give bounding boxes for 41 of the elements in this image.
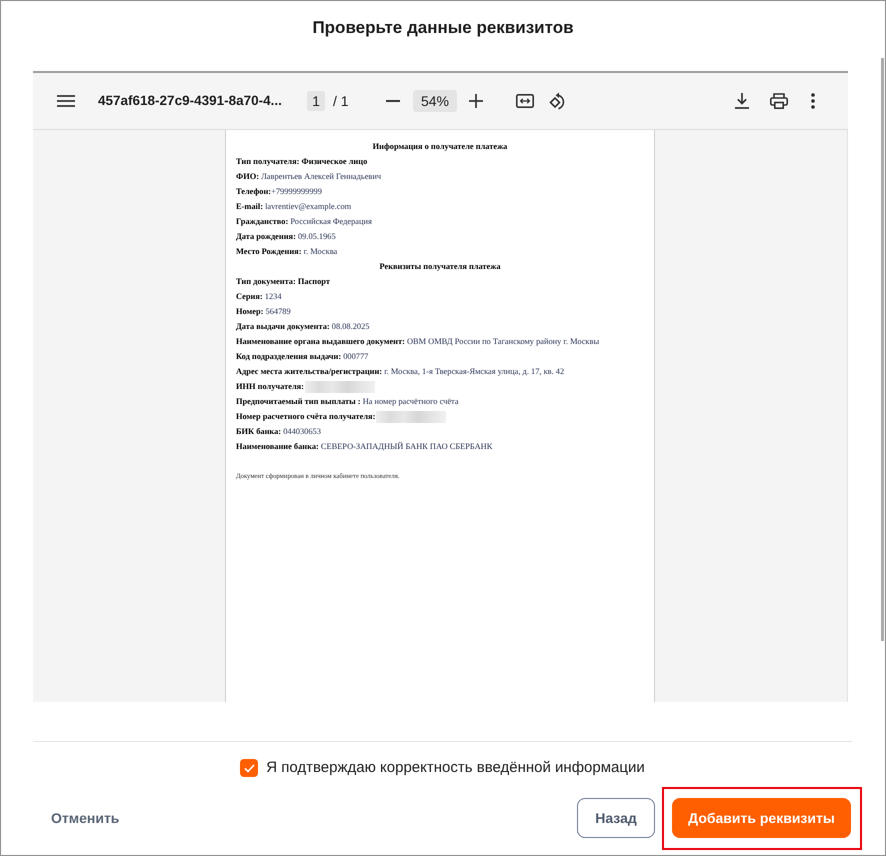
blurred-value [376, 411, 446, 423]
fit-width-icon[interactable] [516, 94, 534, 108]
document-field-text: E-mail: lavrentiev@example.com [236, 202, 352, 212]
download-icon[interactable] [735, 93, 749, 109]
document-field-text: Адрес места жительства/регистрации: г. Москва, 1-я Тверская-Ямская улица, д. 17, кв. 42 [236, 367, 564, 377]
page-number-field[interactable]: 1 [307, 91, 325, 111]
document-field-text: Тип получателя: Физическое лицо [236, 157, 368, 167]
cancel-button[interactable]: Отменить [51, 809, 120, 827]
document-field-text: Дата рождения: 09.05.1965 [236, 232, 336, 242]
check-icon [244, 764, 255, 772]
page-count: / 1 [333, 92, 349, 110]
section-heading: Реквизиты получателя платежа [379, 262, 501, 272]
print-icon[interactable] [770, 93, 788, 109]
document-field-text: Телефон:+79999999999 [236, 187, 322, 197]
section-heading: Информация о получателе платежа [372, 142, 508, 152]
document-field-text: Место Рождения: г. Москва [236, 247, 338, 257]
document-field-text: Предпочитаемый тип выплаты : На номер расчётного счёта [236, 397, 459, 407]
document-field-text: Серия: 1234 [236, 292, 282, 302]
menu-icon[interactable] [57, 95, 75, 107]
document-field-text: Дата выдачи документа: 08.08.2025 [236, 322, 370, 332]
plus-icon[interactable] [469, 94, 483, 108]
document-field-text: Гражданство: Российская Федерация [236, 217, 372, 227]
dialog-title: Проверьте данные реквизитов [312, 17, 574, 39]
back-button[interactable]: Назад [577, 798, 655, 838]
document-field-text: ФИО: Лаврентьев Алексей Геннадьевич [236, 172, 382, 182]
rotate-icon[interactable] [549, 92, 567, 110]
document-field-label: Номер расчетного счёта получателя: [236, 412, 376, 422]
scrollbar[interactable] [881, 58, 884, 641]
document-field-text: Тип документа: Паспорт [236, 277, 330, 287]
checkbox-label[interactable]: Я подтверждаю корректность введённой информации [266, 759, 645, 777]
document-field-text: Код подразделения выдачи: 000777 [236, 352, 368, 362]
checkbox[interactable] [240, 759, 258, 777]
document-field-text: Номер: 564789 [236, 307, 291, 317]
zoom-level-field[interactable]: 54% [413, 90, 457, 112]
document-field-text: БИК банка: 044030653 [236, 427, 321, 437]
document-field-text: Наименование банка: СЕВЕРО-ЗАПАДНЫЙ БАНК ПАО СБЕРБАНК [236, 442, 492, 452]
more-icon[interactable] [811, 93, 815, 109]
blurred-value [304, 381, 375, 393]
file-name: 457af618-27c9-4391-8a70-4... [98, 92, 282, 110]
document-field-text: Наименование органа выдавшего документ: ОВМ ОМВД России по Таганскому району г. Москвы [236, 337, 600, 347]
document-field-label: ИНН получателя: [236, 382, 304, 392]
